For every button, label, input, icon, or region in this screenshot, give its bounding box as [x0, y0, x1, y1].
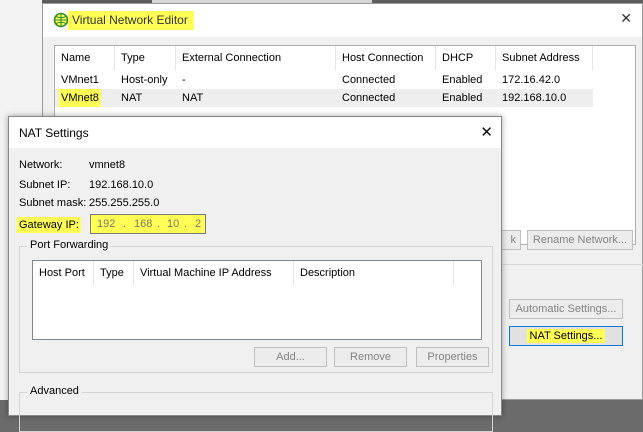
close-icon[interactable]: ✕ — [620, 10, 632, 27]
row-name: VMnet8 — [59, 89, 101, 107]
row-subnet: 192.168.10.0 — [502, 92, 567, 104]
column-external-connection[interactable]: External Connection — [176, 46, 336, 70]
table-row[interactable]: VMnet1 Host-only - Connected Enabled 172… — [55, 71, 593, 89]
network-value: vmnet8 — [89, 159, 126, 171]
row-name: VMnet1 — [61, 74, 99, 86]
title-bar: Virtual Network Editor ✕ — [43, 4, 642, 37]
nat-settings-label: NAT Settings... — [526, 329, 606, 343]
nat-settings-button[interactable]: NAT Settings... — [509, 326, 623, 346]
subnet-ip-label: Subnet IP: — [19, 179, 71, 191]
row-dhcp: Enabled — [442, 74, 483, 86]
subnet-mask-value: 255.255.255.0 — [89, 197, 160, 209]
remove-button: Remove — [334, 347, 407, 367]
divider — [489, 264, 643, 265]
column-dhcp[interactable]: DHCP — [436, 46, 496, 70]
gateway-octet-3: 10 — [167, 218, 180, 230]
network-table-header: Name Type External Connection Host Conne… — [55, 46, 635, 70]
add-button: Add... — [254, 347, 327, 367]
close-icon[interactable]: ✕ — [480, 123, 493, 141]
properties-button: Properties — [416, 347, 489, 367]
column-vm-ip-address[interactable]: Virtual Machine IP Address — [134, 261, 294, 285]
network-globe-icon — [53, 12, 69, 28]
table-row-selected[interactable]: VMnet8 NAT NAT Connected Enabled 192.168… — [55, 89, 593, 107]
port-forwarding-list[interactable]: Host Port Type Virtual Machine IP Addres… — [32, 260, 482, 340]
subnet-mask-label: Subnet mask: — [19, 197, 87, 209]
row-subnet: 172.16.42.0 — [502, 74, 561, 86]
column-type[interactable]: Type — [115, 46, 176, 70]
row-host: Connected — [342, 74, 396, 86]
port-forwarding-legend: Port Forwarding — [27, 239, 112, 251]
gateway-octet-4: 2 — [195, 218, 202, 230]
gateway-dot: . — [123, 218, 127, 230]
advanced-group: Advanced — [19, 385, 493, 432]
column-description[interactable]: Description — [294, 261, 454, 285]
gateway-ip-label: Gateway IP: — [17, 217, 81, 233]
gateway-dot: . — [184, 218, 188, 230]
column-host-port[interactable]: Host Port — [33, 261, 94, 285]
column-host-connection[interactable]: Host Connection — [336, 46, 436, 70]
column-subnet-address[interactable]: Subnet Address — [496, 46, 593, 70]
row-dhcp: Enabled — [442, 92, 483, 104]
column-type[interactable]: Type — [94, 261, 134, 285]
row-external: - — [182, 74, 186, 86]
subnet-ip-value: 192.168.10.0 — [89, 179, 154, 191]
gateway-octet-2: 168 — [134, 218, 153, 230]
dialog-title: NAT Settings — [19, 126, 89, 140]
gateway-octet-1: 192 — [97, 218, 116, 230]
row-host: Connected — [342, 92, 396, 104]
rename-network-button: Rename Network... — [527, 230, 633, 250]
nat-settings-dialog: NAT Settings ✕ Network: vmnet8 Subnet IP… — [8, 116, 502, 432]
automatic-settings-button: Automatic Settings... — [509, 299, 623, 319]
row-external: NAT — [182, 92, 204, 104]
port-forwarding-group: Port Forwarding Host Port Type Virtual M… — [19, 239, 493, 373]
column-name[interactable]: Name — [55, 46, 115, 70]
row-type: NAT — [121, 92, 143, 104]
row-type: Host-only — [121, 74, 168, 86]
port-forwarding-header: Host Port Type Virtual Machine IP Addres… — [33, 261, 481, 285]
advanced-legend: Advanced — [27, 385, 82, 397]
gateway-ip-field[interactable]: 192 . 168 . 10 . 2 — [90, 214, 206, 234]
network-label: Network: — [19, 159, 63, 171]
window-title: Virtual Network Editor — [68, 11, 194, 30]
dialog-title-bar: NAT Settings ✕ — [9, 117, 501, 148]
gateway-dot: . — [157, 218, 161, 230]
